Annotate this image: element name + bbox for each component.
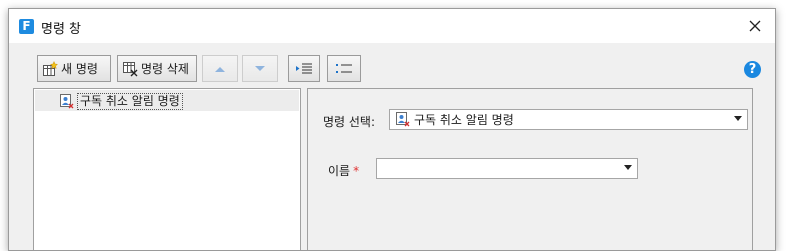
arrow-up-icon bbox=[215, 66, 225, 72]
command-select[interactable]: 구독 취소 알림 명령 bbox=[389, 109, 748, 130]
indent-button[interactable] bbox=[288, 55, 320, 82]
list-button[interactable] bbox=[327, 55, 361, 82]
move-up-button[interactable] bbox=[202, 55, 238, 82]
chevron-down-icon bbox=[624, 165, 632, 170]
command-select-value: 구독 취소 알림 명령 bbox=[414, 113, 514, 127]
name-field-label: 이름 * bbox=[328, 162, 359, 179]
window-title: 명령 창 bbox=[41, 22, 82, 37]
delete-command-icon bbox=[123, 61, 138, 76]
new-command-label: 새 명령 bbox=[61, 62, 98, 76]
move-down-button[interactable] bbox=[242, 55, 278, 82]
name-label-text: 이름 bbox=[328, 164, 351, 178]
command-details-panel: 명령 선택: 구독 취소 알림 명령 이름 * bbox=[307, 88, 753, 250]
help-icon[interactable]: ? bbox=[744, 61, 761, 78]
chevron-down-icon bbox=[734, 116, 742, 121]
command-user-icon bbox=[60, 93, 74, 108]
command-select-label: 명령 선택: bbox=[323, 115, 376, 129]
indent-icon bbox=[296, 63, 312, 73]
tree-item-label: 구독 취소 알림 명령 bbox=[77, 92, 183, 110]
new-command-icon bbox=[43, 60, 58, 76]
close-icon bbox=[749, 20, 761, 32]
name-field[interactable] bbox=[376, 158, 638, 179]
arrow-down-icon bbox=[255, 65, 265, 71]
command-window: F 명령 창 새 명령 명령 삭제 ? 구독 취소 알림 명령 명령 선택: 구… bbox=[8, 8, 776, 251]
required-mark: * bbox=[353, 164, 360, 178]
tree-item[interactable]: 구독 취소 알림 명령 bbox=[60, 92, 183, 110]
delete-command-button[interactable]: 명령 삭제 bbox=[117, 55, 197, 82]
close-button[interactable] bbox=[741, 13, 769, 39]
app-logo-icon: F bbox=[19, 19, 34, 34]
delete-command-label: 명령 삭제 bbox=[141, 62, 189, 76]
tree-item-row: 구독 취소 알림 명령 bbox=[35, 90, 299, 111]
list-icon bbox=[336, 63, 352, 73]
command-user-icon bbox=[396, 112, 410, 127]
command-tree: 구독 취소 알림 명령 bbox=[33, 88, 301, 250]
new-command-button[interactable]: 새 명령 bbox=[37, 55, 111, 82]
title-bar: F 명령 창 bbox=[9, 9, 775, 43]
